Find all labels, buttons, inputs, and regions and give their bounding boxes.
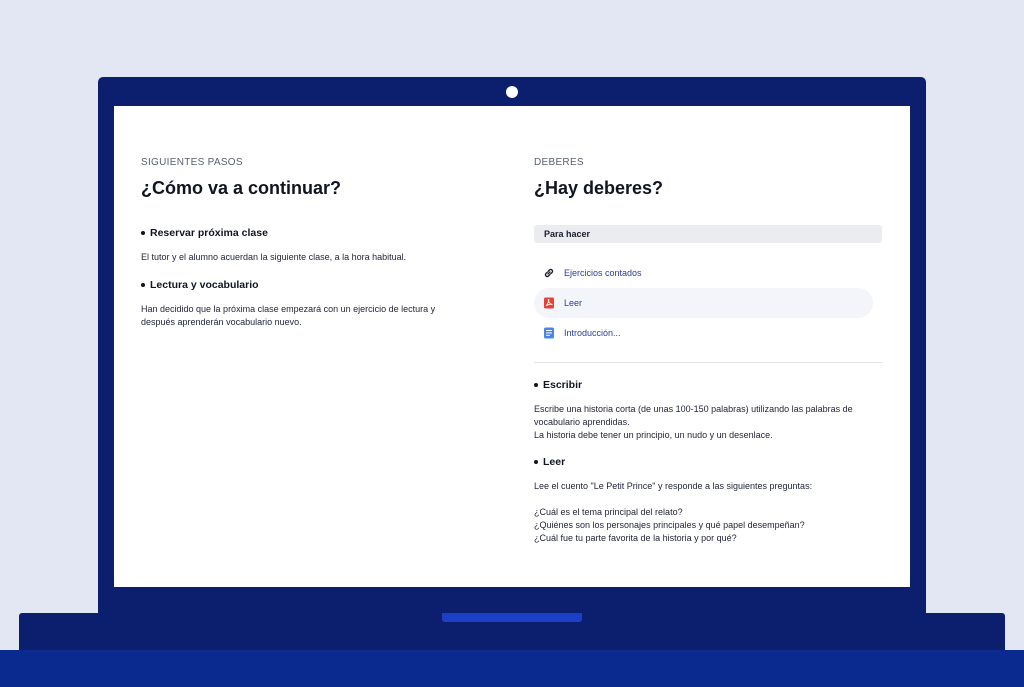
document-icon: [543, 327, 555, 339]
step-description: El tutor y el alumno acuerdan la siguien…: [141, 252, 407, 262]
section-title: ¿Hay deberes?: [534, 178, 664, 198]
section-eyebrow: DEBERES: [534, 157, 584, 168]
attachment-pdf[interactable]: Leer: [534, 288, 873, 318]
task-title-text: Leer: [543, 456, 566, 468]
task-description: Escribe una historia corta (de unas 100-…: [534, 404, 853, 440]
attachment-label: Introducción...: [564, 328, 621, 338]
bullet-icon: [141, 283, 145, 287]
attachment-label: Leer: [564, 298, 583, 308]
step-title-text: Lectura y vocabulario: [150, 279, 259, 291]
laptop-screen: SIGUIENTES PASOS ¿Cómo va a continuar? R…: [114, 106, 910, 587]
bullet-icon: [534, 460, 538, 464]
task-title: Escribir: [534, 379, 582, 391]
laptop-trackpad: [442, 613, 582, 622]
pdf-icon: [543, 297, 555, 309]
desk-surface: [0, 650, 1024, 687]
step-title-text: Reservar próxima clase: [150, 227, 268, 239]
section-title: ¿Cómo va a continuar?: [141, 178, 342, 198]
section-eyebrow: SIGUIENTES PASOS: [141, 157, 243, 168]
step-title: Lectura y vocabulario: [141, 279, 259, 291]
link-icon: [543, 267, 555, 279]
attachment-link[interactable]: Ejercicios contados: [534, 258, 642, 288]
attachment-document[interactable]: Introducción...: [534, 318, 621, 348]
step-title: Reservar próxima clase: [141, 227, 268, 239]
laptop-camera: [506, 86, 518, 98]
section-divider: [534, 362, 883, 363]
task-description: Lee el cuento "Le Petit Prince" y respon…: [534, 481, 813, 543]
step-description: Han decidido que la próxima clase empeza…: [141, 304, 436, 327]
task-title: Leer: [534, 456, 565, 468]
todo-header: Para hacer: [534, 225, 882, 243]
bullet-icon: [534, 383, 538, 387]
attachment-label: Ejercicios contados: [564, 268, 642, 278]
bullet-icon: [141, 231, 145, 235]
task-title-text: Escribir: [543, 379, 583, 391]
